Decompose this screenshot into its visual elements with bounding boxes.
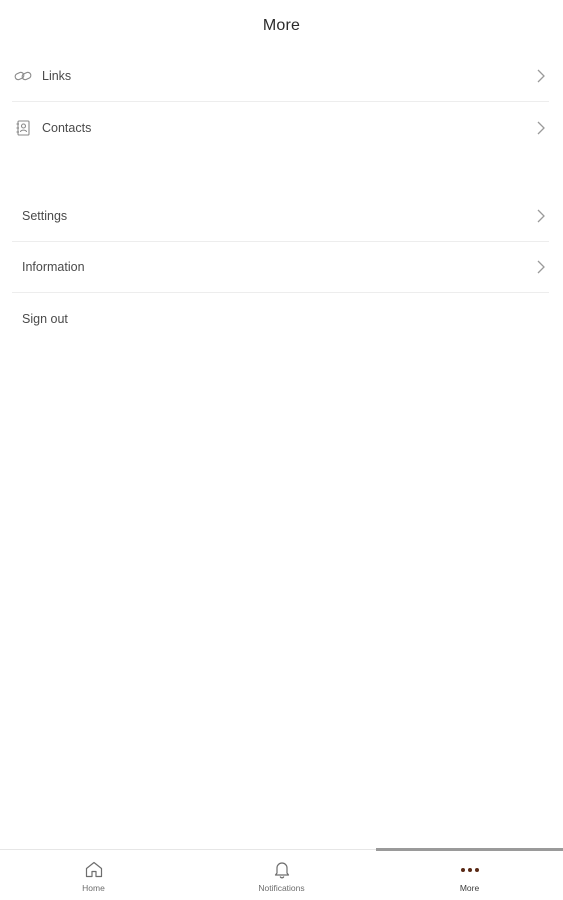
chevron-right-icon (535, 68, 547, 84)
tab-label: Notifications (258, 882, 305, 893)
tab-bar: Home Notifications More (0, 848, 563, 900)
tab-label: More (459, 882, 480, 893)
tab-more[interactable]: More (376, 850, 563, 900)
menu-item-label: Sign out (22, 311, 68, 326)
primary-menu: Links Contacts (12, 51, 549, 153)
page-title: More (262, 17, 301, 34)
chevron-right-icon (535, 259, 547, 275)
header: More (0, 0, 563, 52)
menu-item-contacts[interactable]: Contacts (12, 102, 549, 153)
menu-item-links[interactable]: Links (12, 51, 549, 102)
menu-item-settings[interactable]: Settings (12, 191, 549, 242)
menu-item-label: Information (22, 260, 85, 274)
link-icon (13, 66, 33, 86)
tab-home[interactable]: Home (0, 850, 187, 900)
bell-icon (271, 860, 293, 880)
menu-item-label: Settings (22, 209, 68, 223)
tab-label: Home (82, 882, 105, 893)
chevron-right-icon (535, 208, 547, 224)
secondary-menu: Settings Information Sign out (12, 191, 549, 344)
chevron-right-icon (535, 120, 547, 136)
menu-item-label: Contacts (42, 120, 92, 135)
tab-notifications[interactable]: Notifications (188, 850, 375, 900)
menu-item-sign-out[interactable]: Sign out (12, 293, 549, 344)
home-icon (83, 860, 105, 880)
contacts-icon (13, 118, 33, 138)
more-dots-icon (459, 860, 481, 880)
menu-item-label: Links (42, 69, 72, 83)
menu-item-information[interactable]: Information (12, 242, 549, 293)
